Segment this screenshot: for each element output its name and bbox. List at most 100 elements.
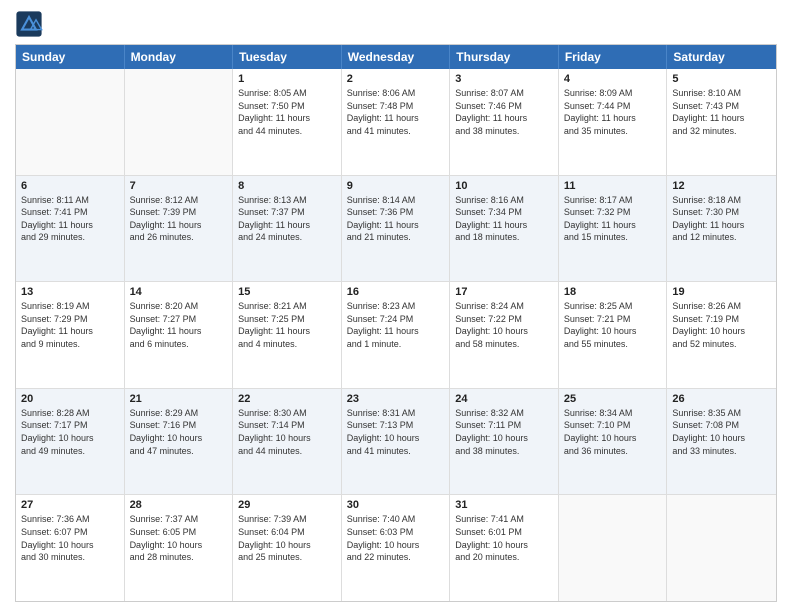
cell-line: Sunset: 7:46 PM <box>455 100 553 113</box>
day-number: 6 <box>21 180 119 192</box>
cell-line: Daylight: 11 hours <box>238 325 336 338</box>
cell-line: Sunset: 6:07 PM <box>21 526 119 539</box>
day-cell-25: 25Sunrise: 8:34 AMSunset: 7:10 PMDayligh… <box>559 389 668 495</box>
header <box>15 10 777 38</box>
cell-line: and 20 minutes. <box>455 551 553 564</box>
cell-line: and 33 minutes. <box>672 445 771 458</box>
cell-line: Daylight: 10 hours <box>21 539 119 552</box>
day-number: 18 <box>564 286 662 298</box>
cell-line: Daylight: 11 hours <box>21 219 119 232</box>
cell-line: Sunrise: 8:35 AM <box>672 407 771 420</box>
day-number: 5 <box>672 73 771 85</box>
calendar-body: 1Sunrise: 8:05 AMSunset: 7:50 PMDaylight… <box>16 69 776 601</box>
cell-line: Sunset: 7:19 PM <box>672 313 771 326</box>
cell-line: and 41 minutes. <box>347 445 445 458</box>
cell-line: Daylight: 11 hours <box>238 112 336 125</box>
cell-line: Sunrise: 8:20 AM <box>130 300 228 313</box>
cell-line: and 38 minutes. <box>455 125 553 138</box>
day-cell-9: 9Sunrise: 8:14 AMSunset: 7:36 PMDaylight… <box>342 176 451 282</box>
cell-line: Sunrise: 7:41 AM <box>455 513 553 526</box>
cell-line: Sunrise: 8:24 AM <box>455 300 553 313</box>
cell-line: Daylight: 10 hours <box>455 432 553 445</box>
calendar-header: SundayMondayTuesdayWednesdayThursdayFrid… <box>16 45 776 69</box>
cell-line: Sunrise: 8:26 AM <box>672 300 771 313</box>
day-number: 2 <box>347 73 445 85</box>
day-cell-29: 29Sunrise: 7:39 AMSunset: 6:04 PMDayligh… <box>233 495 342 601</box>
day-number: 20 <box>21 393 119 405</box>
cal-week-4: 20Sunrise: 8:28 AMSunset: 7:17 PMDayligh… <box>16 388 776 495</box>
day-number: 7 <box>130 180 228 192</box>
cell-line: Sunset: 7:34 PM <box>455 206 553 219</box>
day-cell-27: 27 Sunrise: 7:36 AMSunset: 6:07 PMDayligh… <box>16 495 125 601</box>
day-number: 24 <box>455 393 553 405</box>
cell-line: Daylight: 10 hours <box>130 432 228 445</box>
day-number: 29 <box>238 499 336 511</box>
day-number: 27 <box>21 499 119 511</box>
day-cell-21: 21Sunrise: 8:29 AMSunset: 7:16 PMDayligh… <box>125 389 234 495</box>
cal-week-1: 1Sunrise: 8:05 AMSunset: 7:50 PMDaylight… <box>16 69 776 175</box>
cell-line: and 1 minute. <box>347 338 445 351</box>
cell-line: and 49 minutes. <box>21 445 119 458</box>
cell-line: Daylight: 11 hours <box>455 219 553 232</box>
cell-line: Sunrise: 8:23 AM <box>347 300 445 313</box>
day-number: 13 <box>21 286 119 298</box>
cell-line: and 15 minutes. <box>564 231 662 244</box>
cell-line: Daylight: 10 hours <box>347 432 445 445</box>
cell-line: Daylight: 11 hours <box>238 219 336 232</box>
cell-line: Sunset: 7:43 PM <box>672 100 771 113</box>
logo <box>15 10 47 38</box>
cell-line: and 25 minutes. <box>238 551 336 564</box>
cell-line: Daylight: 10 hours <box>238 432 336 445</box>
cell-line: Sunrise: 8:10 AM <box>672 87 771 100</box>
day-header-friday: Friday <box>559 45 668 69</box>
day-number: 16 <box>347 286 445 298</box>
cell-line: Sunrise: 8:06 AM <box>347 87 445 100</box>
day-cell-1: 1Sunrise: 8:05 AMSunset: 7:50 PMDaylight… <box>233 69 342 175</box>
cell-line: Daylight: 11 hours <box>564 219 662 232</box>
cell-line: and 47 minutes. <box>130 445 228 458</box>
cell-line: Daylight: 11 hours <box>130 325 228 338</box>
day-number: 3 <box>455 73 553 85</box>
cell-line: Daylight: 10 hours <box>564 325 662 338</box>
day-number: 25 <box>564 393 662 405</box>
cell-line: and 30 minutes. <box>21 551 119 564</box>
day-cell-16: 16 Sunrise: 8:23 AMSunset: 7:24 PMDayligh… <box>342 282 451 388</box>
cell-line: Sunrise: 8:07 AM <box>455 87 553 100</box>
cell-line: Daylight: 11 hours <box>672 219 771 232</box>
cell-line: Sunrise: 8:21 AM <box>238 300 336 313</box>
cell-line: Sunset: 7:36 PM <box>347 206 445 219</box>
day-cell-19: 19Sunrise: 8:26 AMSunset: 7:19 PMDayligh… <box>667 282 776 388</box>
cell-line: Daylight: 10 hours <box>238 539 336 552</box>
cell-line: Sunset: 6:04 PM <box>238 526 336 539</box>
cell-line: and 52 minutes. <box>672 338 771 351</box>
empty-cell <box>559 495 668 601</box>
day-cell-10: 10Sunrise: 8:16 AMSunset: 7:34 PMDayligh… <box>450 176 559 282</box>
cell-line: Sunrise: 8:32 AM <box>455 407 553 420</box>
cell-line: Daylight: 11 hours <box>347 325 445 338</box>
day-header-thursday: Thursday <box>450 45 559 69</box>
cell-line: Sunrise: 8:14 AM <box>347 194 445 207</box>
cell-line: and 21 minutes. <box>347 231 445 244</box>
day-cell-17: 17Sunrise: 8:24 AMSunset: 7:22 PMDayligh… <box>450 282 559 388</box>
cell-line: Sunset: 7:50 PM <box>238 100 336 113</box>
day-cell-31: 31Sunrise: 7:41 AMSunset: 6:01 PMDayligh… <box>450 495 559 601</box>
cell-line: Sunset: 7:24 PM <box>347 313 445 326</box>
cell-line: and 32 minutes. <box>672 125 771 138</box>
cell-line: Daylight: 11 hours <box>21 325 119 338</box>
cell-line: Sunset: 7:16 PM <box>130 419 228 432</box>
cell-line: Sunrise: 8:30 AM <box>238 407 336 420</box>
day-number: 12 <box>672 180 771 192</box>
cell-line: Sunrise: 8:28 AM <box>21 407 119 420</box>
day-header-sunday: Sunday <box>16 45 125 69</box>
cell-line: Sunrise: 8:13 AM <box>238 194 336 207</box>
cell-line: and 9 minutes. <box>21 338 119 351</box>
cell-line: Sunset: 7:37 PM <box>238 206 336 219</box>
day-number: 30 <box>347 499 445 511</box>
cell-line: Daylight: 10 hours <box>672 432 771 445</box>
cell-line: Sunrise: 7:36 AM <box>21 513 119 526</box>
day-cell-6: 6Sunrise: 8:11 AMSunset: 7:41 PMDaylight… <box>16 176 125 282</box>
day-number: 22 <box>238 393 336 405</box>
cell-line: Sunrise: 8:17 AM <box>564 194 662 207</box>
cell-line: and 26 minutes. <box>130 231 228 244</box>
cell-line: Sunrise: 8:29 AM <box>130 407 228 420</box>
